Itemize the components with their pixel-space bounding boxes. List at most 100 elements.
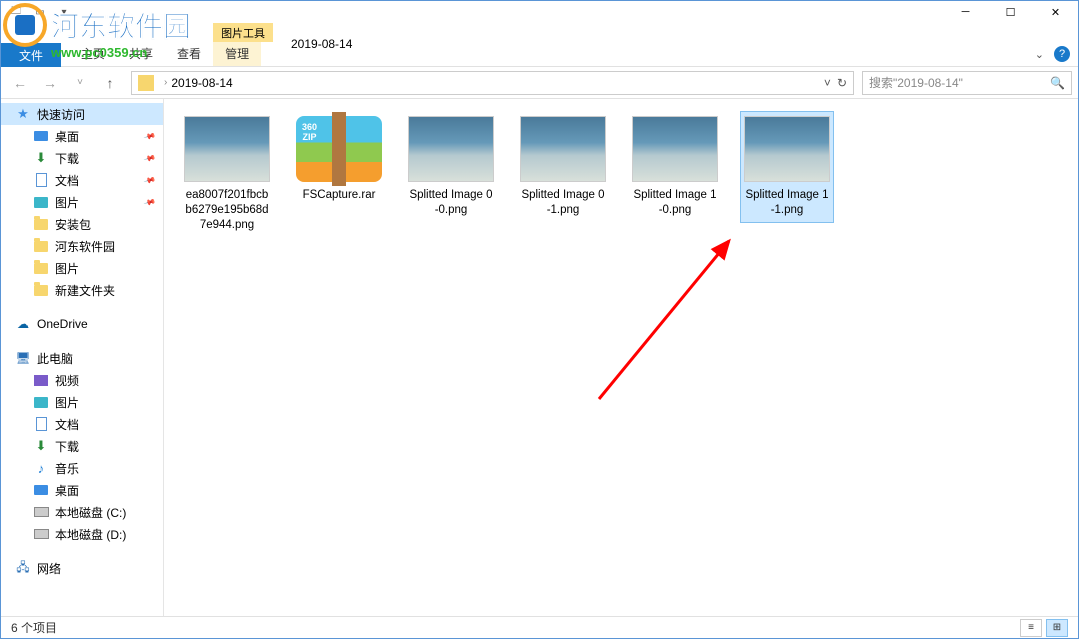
image-thumbnail — [184, 116, 270, 182]
sidebar-item[interactable]: 图片 — [1, 391, 163, 413]
tab-share[interactable]: 共享 — [117, 42, 165, 66]
annotation-arrow — [589, 229, 749, 409]
address-bar[interactable]: › 2019-08-14 ˅ ↻ — [131, 71, 854, 95]
sidebar-network[interactable]: 🖧 网络 — [1, 557, 163, 579]
folder-icon — [33, 282, 49, 298]
sidebar-item-label: 桌面 — [55, 482, 79, 499]
folder-icon — [33, 260, 49, 276]
recent-dropdown[interactable]: ˅ — [67, 70, 93, 96]
status-bar: 6 个项目 ≡ ⊞ — [1, 616, 1078, 638]
sidebar-item[interactable]: 新建文件夹 — [1, 279, 163, 301]
search-icon[interactable]: 🔍 — [1050, 76, 1065, 90]
sidebar-item-label: 安装包 — [55, 216, 91, 233]
pic-icon — [33, 194, 49, 210]
image-thumbnail — [744, 116, 830, 182]
sidebar-item[interactable]: 视频 — [1, 369, 163, 391]
sidebar-quick-access[interactable]: 快速访问 — [1, 103, 163, 125]
image-thumbnail — [632, 116, 718, 182]
sidebar-item-label: 文档 — [55, 416, 79, 433]
sidebar-item-label: 新建文件夹 — [55, 282, 115, 299]
forward-button[interactable]: → — [37, 70, 63, 96]
file-name-label: FSCapture.rar — [303, 188, 376, 203]
sidebar-item[interactable]: 本地磁盘 (D:) — [1, 523, 163, 545]
file-item[interactable]: Splitted Image 0-1.png — [516, 111, 610, 223]
file-item[interactable]: ea8007f201fbcbb6279e195b68d7e944.png — [180, 111, 274, 238]
status-item-count: 6 个项目 — [11, 619, 57, 636]
sidebar-item[interactable]: ⬇ 下载 — [1, 435, 163, 457]
download-icon: ⬇ — [33, 150, 49, 166]
music-icon: ♪ — [33, 460, 49, 476]
image-thumbnail — [408, 116, 494, 182]
sidebar-item[interactable]: 文档 — [1, 413, 163, 435]
sidebar-item-label: 音乐 — [55, 460, 79, 477]
maximize-button[interactable]: ☐ — [988, 1, 1033, 23]
sidebar-item-label: 视频 — [55, 372, 79, 389]
folder-icon: 🗀 — [7, 3, 25, 21]
tab-home[interactable]: 主页 — [69, 42, 117, 66]
window-title: 2019-08-14 — [291, 37, 352, 51]
sidebar-item[interactable]: 安装包 — [1, 213, 163, 235]
file-item[interactable]: Splitted Image 1-1.png — [740, 111, 834, 223]
properties-icon[interactable]: ▭ — [31, 3, 49, 21]
chevron-right-icon[interactable]: › — [164, 77, 167, 88]
desktop-icon — [33, 128, 49, 144]
minimize-button[interactable]: ─ — [943, 1, 988, 23]
sidebar-item-label: 图片 — [55, 194, 79, 211]
file-tab[interactable]: 文件 — [1, 43, 61, 67]
file-view[interactable]: ea8007f201fbcbb6279e195b68d7e944.png 360Z… — [164, 99, 1078, 616]
disk-icon — [33, 526, 49, 542]
close-button[interactable]: ✕ — [1033, 1, 1078, 23]
sidebar-item[interactable]: 图片 — [1, 191, 163, 213]
tab-view[interactable]: 查看 — [165, 42, 213, 66]
file-item[interactable]: Splitted Image 0-0.png — [404, 111, 498, 223]
sidebar-item[interactable]: 桌面 — [1, 125, 163, 147]
sidebar-item[interactable]: 河东软件园 — [1, 235, 163, 257]
title-bar: 🗀 ▭ ▾ ─ ☐ ✕ — [1, 1, 1078, 23]
qat-dropdown-icon[interactable]: ▾ — [55, 3, 73, 21]
window-controls: ─ ☐ ✕ — [943, 1, 1078, 23]
disk-icon — [33, 504, 49, 520]
sidebar-item-label: 文档 — [55, 172, 79, 189]
context-tab-group-label: 图片工具 — [213, 23, 273, 42]
sidebar-item[interactable]: 本地磁盘 (C:) — [1, 501, 163, 523]
sidebar-item-label: 下载 — [55, 438, 79, 455]
star-icon — [15, 106, 31, 122]
refresh-icon[interactable]: ↻ — [837, 76, 847, 90]
file-name-label: Splitted Image 0-0.png — [409, 188, 493, 218]
pc-icon: 🖥 — [15, 350, 31, 366]
sidebar-item-label: 桌面 — [55, 128, 79, 145]
archive-icon: 360ZIP — [296, 116, 382, 182]
sidebar-item-label: 下载 — [55, 150, 79, 167]
download-icon: ⬇ — [33, 438, 49, 454]
sidebar-this-pc[interactable]: 🖥 此电脑 — [1, 347, 163, 369]
chevron-down-icon[interactable]: ˅ — [824, 76, 831, 90]
nav-toolbar: ← → ˅ ↑ › 2019-08-14 ˅ ↻ 搜索"2019-08-14" … — [1, 67, 1078, 99]
doc-icon — [33, 172, 49, 188]
sidebar-item[interactable]: ⬇ 下载 — [1, 147, 163, 169]
icons-view-button[interactable]: ⊞ — [1046, 619, 1068, 637]
back-button[interactable]: ← — [7, 70, 33, 96]
sidebar-item[interactable]: 图片 — [1, 257, 163, 279]
ribbon-expand-icon[interactable]: ⌄ — [1035, 48, 1044, 61]
search-input[interactable]: 搜索"2019-08-14" 🔍 — [862, 71, 1072, 95]
tab-manage[interactable]: 管理 — [213, 42, 261, 66]
video-icon — [33, 372, 49, 388]
up-button[interactable]: ↑ — [97, 70, 123, 96]
file-name-label: Splitted Image 0-1.png — [521, 188, 605, 218]
file-name-label: ea8007f201fbcbb6279e195b68d7e944.png — [185, 188, 269, 233]
sidebar-item[interactable]: 桌面 — [1, 479, 163, 501]
folder-icon — [33, 216, 49, 232]
sidebar-item[interactable]: ♪ 音乐 — [1, 457, 163, 479]
file-item[interactable]: 360ZIP FSCapture.rar — [292, 111, 386, 208]
help-icon[interactable]: ? — [1054, 46, 1070, 62]
sidebar-onedrive[interactable]: ☁ OneDrive — [1, 313, 163, 335]
sidebar-item-label: 图片 — [55, 394, 79, 411]
breadcrumb-segment[interactable]: 2019-08-14 — [171, 76, 232, 90]
image-thumbnail — [520, 116, 606, 182]
navigation-pane[interactable]: 快速访问 桌面⬇下载文档图片安装包河东软件园图片新建文件夹 ☁ OneDrive… — [1, 99, 164, 616]
file-name-label: Splitted Image 1-0.png — [633, 188, 717, 218]
sidebar-item-label: 本地磁盘 (D:) — [55, 526, 126, 543]
sidebar-item[interactable]: 文档 — [1, 169, 163, 191]
file-item[interactable]: Splitted Image 1-0.png — [628, 111, 722, 223]
details-view-button[interactable]: ≡ — [1020, 619, 1042, 637]
